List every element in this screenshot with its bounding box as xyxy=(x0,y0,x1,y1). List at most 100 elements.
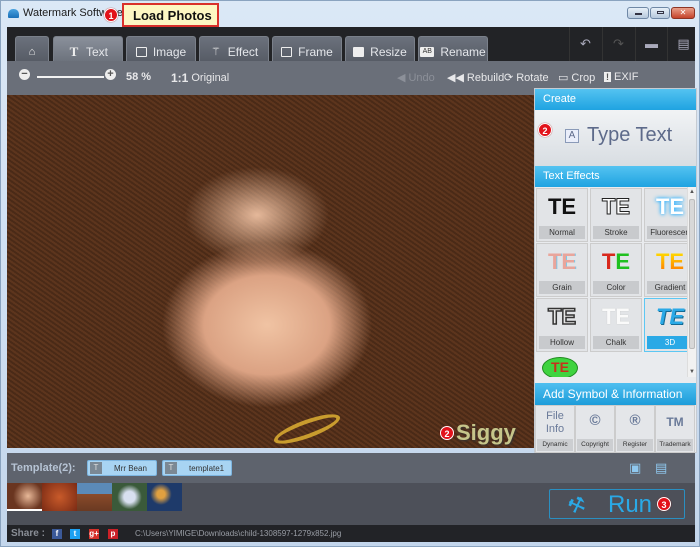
symbol-copyright[interactable]: © Copyright xyxy=(575,405,615,453)
crop-label: Crop xyxy=(571,71,596,84)
template-name: Mrr Bean xyxy=(114,463,147,473)
scroll-down-icon[interactable]: ▼ xyxy=(689,369,695,375)
tab-label: Resize xyxy=(370,44,407,59)
effect-label: 3D xyxy=(647,336,687,349)
facebook-icon[interactable]: f xyxy=(52,529,62,539)
effect-preview: TE xyxy=(601,304,631,329)
step-badge-3: 3 xyxy=(657,497,671,511)
effect-normal[interactable]: TE Normal xyxy=(536,188,588,242)
effect-hollow[interactable]: TE Hollow xyxy=(536,298,588,352)
scroll-thumb[interactable] xyxy=(689,199,695,349)
pinterest-icon[interactable]: p xyxy=(108,529,118,539)
load-photos-button[interactable]: Load Photos xyxy=(122,3,219,27)
minimize-button[interactable] xyxy=(627,7,649,19)
share-bar: Share : f t g+ p C:\Users\YIMIGE\Downloa… xyxy=(7,525,695,542)
effect-label: Color xyxy=(593,281,639,294)
tab-frame[interactable]: Frame xyxy=(272,36,342,61)
one-to-one-icon: 1:1 xyxy=(171,71,189,85)
text-icon: T xyxy=(69,43,79,59)
close-button[interactable]: ✕ xyxy=(671,7,695,19)
effect-sticker[interactable]: TE xyxy=(536,353,588,377)
undo-button[interactable]: ◀ Undo xyxy=(397,71,435,85)
thumbnail-jellyfish[interactable] xyxy=(147,483,182,511)
effect-gradient[interactable]: TE Gradient xyxy=(644,243,687,297)
template-name: template1 xyxy=(189,463,225,473)
effects-scrollbar[interactable]: ▲ ▼ xyxy=(687,187,696,377)
effect-color[interactable]: TE Color xyxy=(590,243,642,297)
effect-label: Fluorescen xyxy=(647,226,687,239)
effect-preview: TE xyxy=(542,357,578,377)
symbol-file-info[interactable]: File Info Dynamic xyxy=(535,405,575,453)
tab-text[interactable]: T Text xyxy=(53,36,123,61)
effect-preview: TE xyxy=(547,249,577,274)
tab-label: Rename xyxy=(440,44,486,59)
tab-resize[interactable]: Resize xyxy=(345,36,415,61)
template-item[interactable]: T Mrr Bean xyxy=(87,460,157,476)
rotate-button[interactable]: ⟳ Rotate xyxy=(504,71,549,85)
effect-grain[interactable]: TE Grain xyxy=(536,243,588,297)
app-window: Watermark Software 1 Load Photos ✕ ⌂ T T… xyxy=(0,0,700,547)
thumbnail-baby-hand[interactable] xyxy=(7,483,42,511)
effect-chalk[interactable]: TE Chalk xyxy=(590,298,642,352)
zoom-in-button[interactable]: + xyxy=(105,69,116,80)
redo-icon[interactable]: ↷ xyxy=(602,27,634,61)
rebuild-button[interactable]: ◀◀ Rebuild xyxy=(447,71,504,85)
crop-icon: ▭ xyxy=(558,72,569,84)
create-section: 2 A Type Text xyxy=(535,110,696,166)
scroll-up-icon[interactable]: ▲ xyxy=(689,189,695,195)
symbol-header: Add Symbol & Information xyxy=(535,383,696,405)
effect-preview: TE xyxy=(547,303,577,330)
home-icon: ⌂ xyxy=(28,45,36,58)
effect-fluorescent[interactable]: TE Fluorescen xyxy=(644,188,687,242)
thumbnail-hydrangea[interactable] xyxy=(112,483,147,511)
template-icon: T xyxy=(90,462,102,474)
tab-effect[interactable]: ⚚ Effect xyxy=(199,36,269,61)
export-icon[interactable]: ▤ xyxy=(667,27,699,61)
effect-preview: TE xyxy=(601,249,631,274)
effect-label: Stroke xyxy=(593,226,639,239)
image-icon xyxy=(135,46,147,57)
original-label: Original xyxy=(191,72,230,84)
type-text-label: Type Text xyxy=(587,124,673,146)
thumbnail-red-flower[interactable] xyxy=(42,483,77,511)
effect-preview: TE xyxy=(655,194,685,219)
undo-icon[interactable]: ↶ xyxy=(569,27,601,61)
share-label: Share : xyxy=(11,528,45,539)
effect-stroke[interactable]: TE Stroke xyxy=(590,188,642,242)
maximize-button[interactable] xyxy=(650,7,670,19)
tab-label: Text xyxy=(85,44,108,59)
original-size-button[interactable]: 1:1 Original xyxy=(171,71,229,85)
exif-button[interactable]: ! EXIF xyxy=(604,71,638,83)
effect-label: Grain xyxy=(539,281,585,294)
symbol-register[interactable]: ® Register xyxy=(615,405,655,453)
magic-wand-icon: ⚚ xyxy=(210,46,221,58)
tab-rename[interactable]: AB Rename xyxy=(418,36,488,61)
text-panel: Create 2 A Type Text Text Effects TE Norm… xyxy=(534,88,697,453)
effect-preview: TE xyxy=(645,249,687,275)
thumbnail-desert-rock[interactable] xyxy=(77,483,112,511)
save-template-icon[interactable]: ▣ xyxy=(629,460,641,476)
feedback-icon[interactable]: ▬ xyxy=(635,27,667,61)
photo-canvas[interactable] xyxy=(7,95,534,448)
template-item[interactable]: Ttemplate1 xyxy=(162,460,232,476)
tab-label: Frame xyxy=(298,44,333,59)
effect-label: Chalk xyxy=(593,336,639,349)
main-toolbar: ⌂ T Text Image ⚚ Effect Frame Resize AB … xyxy=(7,27,695,61)
tab-image[interactable]: Image xyxy=(126,36,196,61)
effect-3d[interactable]: TE 3D xyxy=(644,298,687,352)
file-path: C:\Users\YIMIGE\Downloads\child-1308597-… xyxy=(135,529,342,538)
watermark-text[interactable]: Siggy xyxy=(456,420,516,446)
manage-template-icon[interactable]: ▤ xyxy=(655,460,667,476)
tab-label: Effect xyxy=(227,44,259,59)
tab-home[interactable]: ⌂ xyxy=(15,36,49,61)
gold-ring xyxy=(271,408,343,448)
text-effects-header: Text Effects xyxy=(535,166,696,187)
zoom-slider[interactable] xyxy=(37,76,104,78)
zoom-out-button[interactable]: − xyxy=(19,69,30,80)
symbol-trademark[interactable]: TM Trademark xyxy=(655,405,695,453)
crop-button[interactable]: ▭ Crop xyxy=(558,71,596,85)
google-plus-icon[interactable]: g+ xyxy=(89,529,99,539)
type-text-button[interactable]: A Type Text xyxy=(565,124,672,147)
file-info-icon: File Info xyxy=(545,410,565,435)
twitter-icon[interactable]: t xyxy=(70,529,80,539)
